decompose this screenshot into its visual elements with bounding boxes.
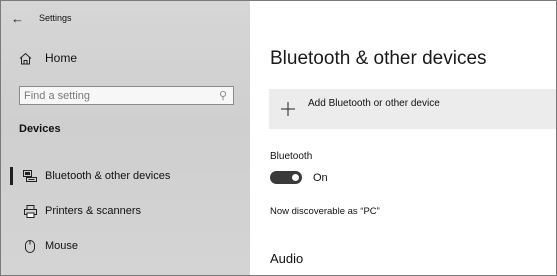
search-input[interactable] bbox=[24, 88, 209, 103]
settings-window: ← Settings Home ⚲ Devices bbox=[0, 0, 557, 276]
selection-indicator bbox=[10, 167, 13, 185]
toggle-state-label: On bbox=[313, 172, 328, 184]
keyboard-device-icon bbox=[23, 169, 37, 183]
page-title: Bluetooth & other devices bbox=[270, 48, 487, 69]
search-icon[interactable]: ⚲ bbox=[219, 89, 227, 102]
audio-heading: Audio bbox=[270, 251, 304, 266]
home-link[interactable]: Home bbox=[19, 51, 77, 65]
printer-icon bbox=[23, 204, 37, 218]
bluetooth-label: Bluetooth bbox=[270, 151, 313, 162]
back-arrow-icon[interactable]: ← bbox=[11, 11, 27, 26]
sidebar-item-printers[interactable]: Printers & scanners bbox=[1, 199, 250, 223]
toggle-knob bbox=[292, 174, 299, 181]
bluetooth-toggle[interactable] bbox=[270, 171, 302, 184]
plus-icon bbox=[277, 98, 299, 120]
home-label: Home bbox=[45, 51, 78, 65]
home-icon bbox=[19, 52, 32, 65]
sidebar-item-bluetooth[interactable]: Bluetooth & other devices bbox=[1, 164, 250, 188]
sidebar-item-label: Mouse bbox=[45, 240, 79, 252]
add-device-label: Add Bluetooth or other device bbox=[308, 98, 440, 109]
sidebar-item-label: Bluetooth & other devices bbox=[45, 170, 171, 182]
mouse-icon bbox=[23, 239, 37, 253]
app-title: Settings bbox=[39, 13, 72, 23]
section-header: Devices bbox=[19, 123, 61, 135]
discoverable-status: Now discoverable as “PC” bbox=[270, 206, 380, 217]
add-device-button[interactable]: Add Bluetooth or other device bbox=[269, 89, 556, 129]
sidebar-item-label: Printers & scanners bbox=[45, 205, 141, 217]
sidebar-item-mouse[interactable]: Mouse bbox=[1, 234, 250, 258]
search-box[interactable]: ⚲ bbox=[19, 86, 234, 105]
sidebar: ← Settings Home ⚲ Devices bbox=[1, 1, 250, 275]
main-content: Bluetooth & other devices Add Bluetooth … bbox=[250, 1, 556, 275]
title-bar: ← Settings bbox=[11, 9, 72, 27]
